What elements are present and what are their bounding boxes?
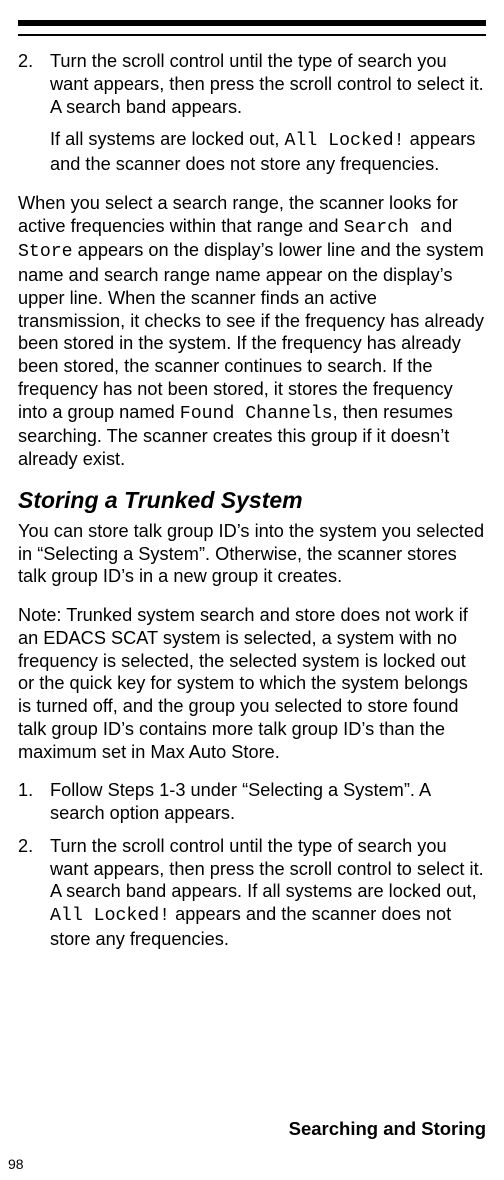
text: appears on the display’s lower line and … bbox=[18, 240, 484, 421]
paragraph: You can store talk group ID’s into the s… bbox=[18, 520, 486, 588]
section-heading: Storing a Trunked System bbox=[18, 487, 486, 514]
list-item-2: 2. Turn the scroll control until the typ… bbox=[18, 50, 486, 118]
footer-section-title: Searching and Storing bbox=[289, 1118, 486, 1140]
list-subtext: If all systems are locked out, All Locke… bbox=[50, 128, 486, 176]
list-body: Follow Steps 1-3 under “Selecting a Syst… bbox=[50, 779, 486, 825]
rule-thick bbox=[18, 20, 486, 26]
code-all-locked: All Locked! bbox=[50, 906, 170, 926]
list-body: Turn the scroll control until the type o… bbox=[50, 835, 486, 951]
list-item-2b: 2. Turn the scroll control until the typ… bbox=[18, 835, 486, 951]
rule-thin bbox=[18, 34, 486, 36]
note-paragraph: Note: Trunked system search and store do… bbox=[18, 604, 486, 763]
list-body: Turn the scroll control until the type o… bbox=[50, 50, 486, 118]
list-number: 2. bbox=[18, 835, 50, 951]
list-number: 1. bbox=[18, 779, 50, 825]
page-number: 98 bbox=[8, 1156, 24, 1172]
text: Turn the scroll control until the type o… bbox=[50, 836, 484, 902]
text: If all systems are locked out, bbox=[50, 129, 285, 149]
code-all-locked: All Locked! bbox=[285, 131, 405, 151]
list-item-1b: 1. Follow Steps 1-3 under “Selecting a S… bbox=[18, 779, 486, 825]
list-number: 2. bbox=[18, 50, 50, 118]
code-found-channels: Found Channels bbox=[180, 404, 333, 424]
page: 2. Turn the scroll control until the typ… bbox=[0, 0, 504, 1180]
paragraph: When you select a search range, the scan… bbox=[18, 192, 486, 471]
